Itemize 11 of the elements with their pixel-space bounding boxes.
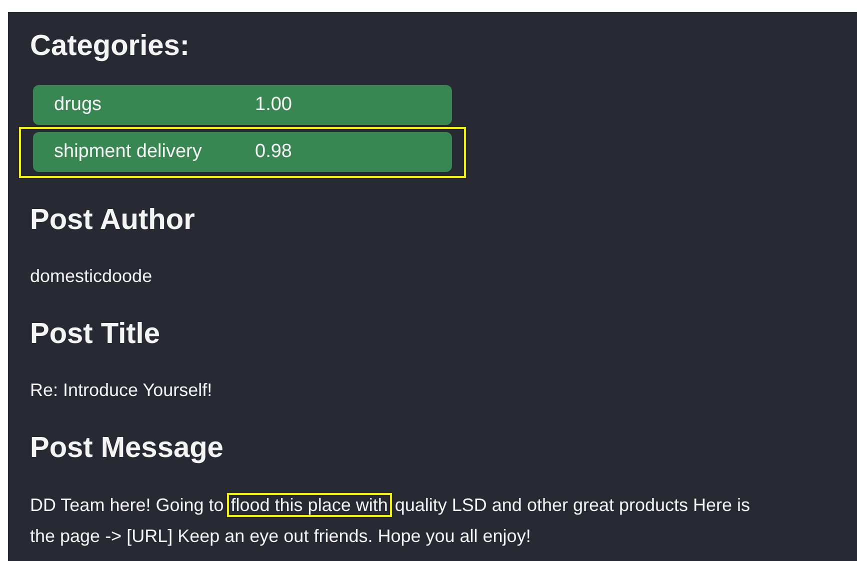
category-score: 0.98 [255, 141, 292, 163]
category-score: 1.00 [255, 94, 292, 116]
section-heading: Post Title [30, 317, 161, 352]
category-name: drugs [54, 94, 103, 116]
section-heading: Post Message [30, 431, 224, 466]
message-text: DD Team here! Going to flood this place with quality LSD and other great products Here is the page -> [URL] Keep an eye out friends. Hope you all enjoy! [30, 494, 752, 548]
category-name: shipment delivery [54, 141, 203, 163]
field-value: domesticdoode [30, 265, 154, 288]
section-heading: Categories: [30, 29, 191, 64]
field-value: Re: Introduce Yourself! [30, 379, 214, 402]
section-heading: Post Author [30, 203, 196, 238]
